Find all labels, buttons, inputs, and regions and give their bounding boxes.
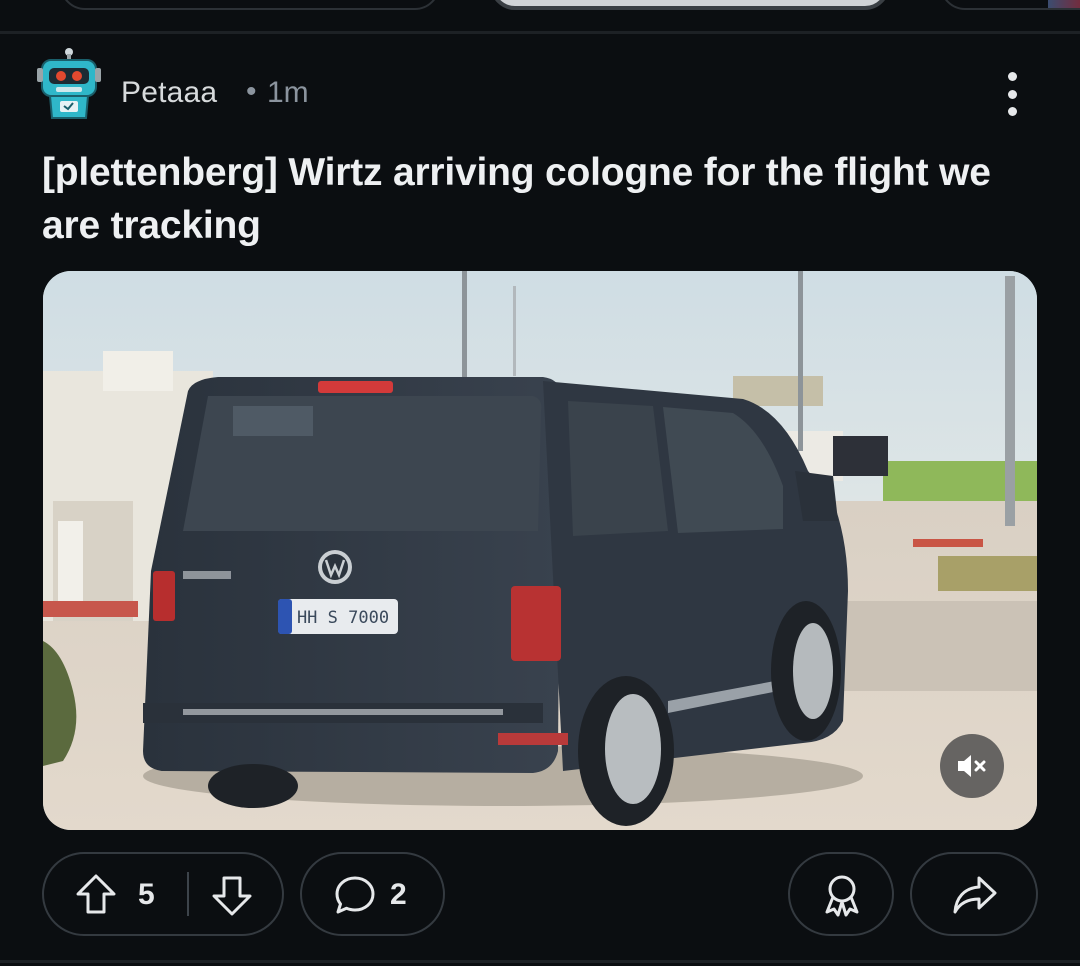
video-frame: HH S 7000 bbox=[43, 271, 1037, 830]
comments-button[interactable]: 2 bbox=[300, 852, 445, 936]
more-dot bbox=[1007, 89, 1017, 99]
comment-count: 2 bbox=[390, 878, 407, 911]
top-divider bbox=[0, 31, 1080, 34]
previous-pill-middle[interactable] bbox=[490, 0, 890, 10]
arrow-down-icon bbox=[212, 876, 252, 916]
more-dot bbox=[1007, 72, 1017, 81]
post-title[interactable]: [plettenberg] Wirtz arriving cologne for… bbox=[42, 146, 1042, 252]
vote-control: 5 bbox=[42, 852, 284, 936]
video-player[interactable]: HH S 7000 bbox=[43, 271, 1037, 830]
award-button[interactable] bbox=[788, 852, 894, 936]
author-username[interactable]: Petaaa bbox=[121, 76, 217, 110]
bottom-divider bbox=[0, 960, 1080, 963]
license-plate-text: HH S 7000 bbox=[297, 608, 389, 628]
arrow-up-icon bbox=[76, 874, 116, 914]
share-arrow-icon bbox=[952, 874, 998, 916]
more-options-icon[interactable] bbox=[992, 68, 1032, 120]
comment-bubble-icon bbox=[333, 873, 377, 917]
mute-toggle-button[interactable] bbox=[940, 734, 1004, 798]
vote-divider bbox=[187, 872, 189, 916]
previous-item-strip bbox=[0, 0, 1080, 14]
speaker-muted-icon bbox=[958, 755, 986, 777]
post-age: 1m bbox=[267, 76, 309, 109]
award-icon bbox=[820, 872, 864, 918]
downvote-button[interactable] bbox=[210, 874, 254, 918]
post-card: Petaaa • 1m [plettenberg] Wirtz arriving… bbox=[0, 0, 1080, 966]
upvote-button[interactable] bbox=[74, 872, 118, 916]
previous-pill-left[interactable] bbox=[60, 0, 440, 10]
van-badge bbox=[183, 571, 231, 579]
share-button[interactable] bbox=[910, 852, 1038, 936]
vote-count: 5 bbox=[138, 878, 155, 911]
previous-pill-right[interactable] bbox=[940, 0, 1080, 10]
more-dot bbox=[1007, 107, 1017, 116]
avatar[interactable] bbox=[36, 46, 102, 122]
meta-separator: • bbox=[246, 75, 257, 108]
